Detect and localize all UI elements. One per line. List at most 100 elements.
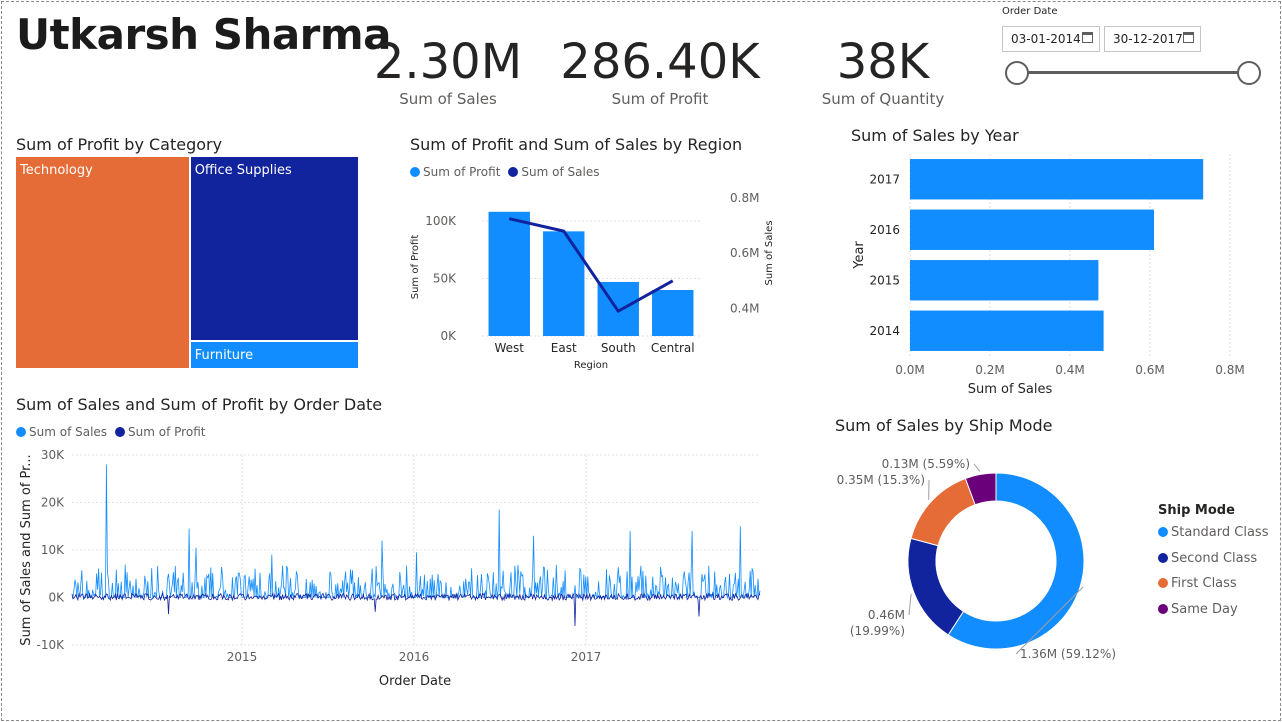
x-axis-title: Order Date xyxy=(379,674,451,689)
date-legend: Sum of Sales Sum of Profit xyxy=(16,425,205,439)
end-date-input[interactable]: 30-12-2017 xyxy=(1104,26,1201,52)
data-label: 1.36M (59.12%) xyxy=(1020,647,1116,661)
donut-chart[interactable]: 1.36M (59.12%) 0.46M (19.99%) 0.35M (15.3%)… xyxy=(830,440,1130,670)
x-tick-label: 2016 xyxy=(399,650,430,664)
y-tick-label: 100K xyxy=(425,214,457,228)
bar-year-2014 xyxy=(910,310,1104,351)
bar-year-2016 xyxy=(910,209,1154,250)
y-tick-label: 0K xyxy=(440,329,457,343)
bar-year-2015 xyxy=(910,260,1099,301)
ship-legend-title: Ship Mode xyxy=(1158,503,1235,518)
date-chart[interactable]: -10K 0K 10K 20K 30K 2015 2016 2017 Order Date Sum… xyxy=(10,440,780,690)
x-tick-label: 2017 xyxy=(571,650,602,664)
legend-label: Sum of Sales xyxy=(29,425,108,439)
legend-label: Sum of Sales xyxy=(521,165,600,179)
legend-item-standard-class[interactable]: Standard Class xyxy=(1158,525,1268,540)
treemap-tile-furniture[interactable]: Furniture xyxy=(190,342,358,368)
legend-label: First Class xyxy=(1171,576,1237,591)
line-sales xyxy=(72,464,761,600)
legend-label: Same Day xyxy=(1171,601,1238,617)
legend-dot xyxy=(508,167,519,177)
x-axis-title: Region xyxy=(574,360,608,371)
range-end-handle[interactable] xyxy=(1237,61,1261,85)
treemap-tile-office-supplies[interactable]: Office Supplies xyxy=(190,157,358,341)
x-tick-label: 0.4M xyxy=(1055,363,1084,377)
y-tick-label: 20K xyxy=(41,496,65,510)
legend-item-same-day[interactable]: Same Day xyxy=(1158,602,1238,617)
bar-profit-west xyxy=(488,211,530,336)
y-tick-label: 2016 xyxy=(869,223,900,237)
legend-item-sales[interactable]: Sum of Sales xyxy=(16,425,107,439)
kpi-value: 2.30M xyxy=(373,34,523,90)
calendar-icon[interactable] xyxy=(1082,32,1093,43)
legend-item-sales[interactable]: Sum of Sales xyxy=(508,165,599,179)
legend-dot xyxy=(1158,552,1168,563)
date-range-track[interactable] xyxy=(1016,71,1250,74)
legend-label: Sum of Profit xyxy=(128,425,206,439)
y-tick-label: -10K xyxy=(37,638,66,652)
region-legend: Sum of Profit Sum of Sales xyxy=(410,165,599,179)
start-date-input[interactable]: 03-01-2014 xyxy=(1002,26,1100,52)
x-tick-label: West xyxy=(494,341,524,355)
y-tick-label: 0K xyxy=(48,591,65,605)
y-axis-title: Sum of Sales and Sum of Pr... xyxy=(19,454,34,645)
shipmode-chart-title: Sum of Sales by Ship Mode xyxy=(835,416,1053,435)
legend-dot xyxy=(16,427,26,437)
legend-item-profit[interactable]: Sum of Profit xyxy=(410,165,500,179)
treemap-title: Sum of Profit by Category xyxy=(16,135,223,154)
treemap-chart[interactable]: Technology Office Supplies Furniture xyxy=(16,157,360,370)
y-tick-label: 2017 xyxy=(869,172,900,186)
legend-item-second-class[interactable]: Second Class xyxy=(1158,551,1257,566)
legend-label: Second Class xyxy=(1171,550,1258,566)
y2-axis-title: Sum of Sales xyxy=(764,220,775,285)
region-chart[interactable]: 0K 50K 100K 0.4M 0.6M 0.8M West East South Centra… xyxy=(400,180,790,375)
legend-dot xyxy=(1158,578,1168,588)
kpi-card-quantity[interactable]: 38K Sum of Quantity xyxy=(783,34,983,108)
x-tick-label: South xyxy=(601,341,636,355)
legend-item-profit[interactable]: Sum of Profit xyxy=(115,425,205,439)
year-chart-title: Sum of Sales by Year xyxy=(851,126,1019,145)
kpi-card-sales[interactable]: 2.30M Sum of Sales xyxy=(348,34,548,108)
kpi-label: Sum of Profit xyxy=(611,90,709,108)
legend-dot xyxy=(1158,603,1168,614)
kpi-label: Sum of Quantity xyxy=(821,90,945,108)
treemap-tile-technology[interactable]: Technology xyxy=(16,157,189,368)
x-tick-label: East xyxy=(551,341,577,355)
treemap-tile-label: Furniture xyxy=(194,348,254,364)
leader-line xyxy=(908,593,912,616)
data-label: (19.99%) xyxy=(850,624,905,638)
bar-profit-central xyxy=(652,290,694,336)
x-tick-label: 0.8M xyxy=(1215,363,1244,377)
y-tick-label: 30K xyxy=(41,448,65,462)
legend-dot xyxy=(410,167,420,177)
start-date-value: 03-01-2014 xyxy=(1011,32,1081,46)
y-axis-title: Year xyxy=(852,241,867,270)
treemap-tile-label: Office Supplies xyxy=(194,163,292,178)
kpi-value: 38K xyxy=(836,34,930,90)
y-tick-label: 10K xyxy=(41,543,65,557)
slicer-title: Order Date xyxy=(1002,6,1058,17)
legend-label: Standard Class xyxy=(1171,525,1269,540)
kpi-label: Sum of Sales xyxy=(399,90,497,108)
y-axis-title: Sum of Profit xyxy=(410,235,421,300)
calendar-icon[interactable] xyxy=(1183,32,1194,43)
year-chart[interactable]: 0.0M 0.2M 0.4M 0.6M 0.8M 2017 2016 2015 2014 Sum … xyxy=(840,148,1270,393)
x-tick-label: 2015 xyxy=(227,650,258,664)
end-date-value: 30-12-2017 xyxy=(1113,32,1183,46)
y2-tick-label: 0.8M xyxy=(730,191,759,205)
y-tick-label: 2014 xyxy=(869,324,900,338)
bar-profit-east xyxy=(543,231,585,336)
range-start-handle[interactable] xyxy=(1005,61,1029,85)
x-tick-label: 0.0M xyxy=(895,363,924,377)
report-title: Utkarsh Sharma xyxy=(16,10,392,59)
y-tick-label: 2015 xyxy=(869,273,900,287)
data-label: 0.35M (15.3%) xyxy=(837,473,925,487)
legend-label: Sum of Profit xyxy=(423,165,501,179)
data-label: 0.13M (5.59%) xyxy=(882,457,970,471)
donut-slice-second-class xyxy=(907,537,965,636)
legend-item-first-class[interactable]: First Class xyxy=(1158,576,1237,591)
kpi-value: 286.40K xyxy=(560,34,760,90)
data-label: 0.46M xyxy=(868,608,905,622)
kpi-card-profit[interactable]: 286.40K Sum of Profit xyxy=(540,34,780,108)
bar-year-2017 xyxy=(910,159,1204,200)
